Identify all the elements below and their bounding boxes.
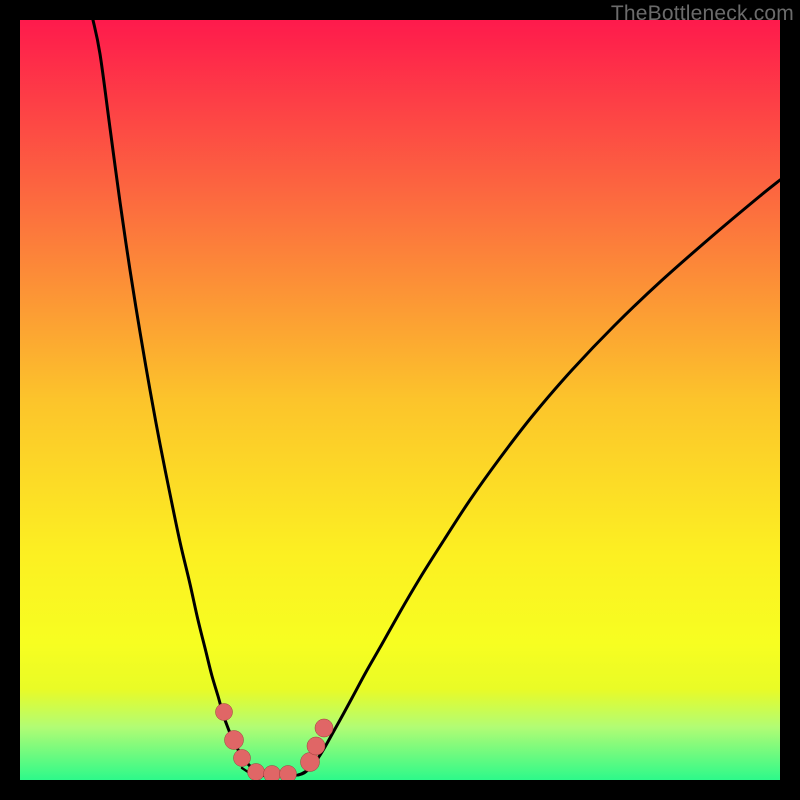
gradient-background bbox=[20, 20, 780, 780]
data-marker-4 bbox=[264, 766, 281, 781]
data-marker-6 bbox=[301, 753, 320, 772]
data-marker-0 bbox=[216, 704, 233, 721]
watermark-text: TheBottleneck.com bbox=[611, 2, 794, 26]
data-marker-8 bbox=[315, 719, 333, 737]
data-marker-1 bbox=[225, 731, 244, 750]
bottleneck-chart bbox=[20, 20, 780, 780]
data-marker-2 bbox=[234, 750, 251, 767]
data-marker-7 bbox=[307, 737, 325, 755]
data-marker-3 bbox=[248, 764, 265, 781]
data-marker-5 bbox=[280, 766, 297, 781]
chart-frame bbox=[20, 20, 780, 780]
